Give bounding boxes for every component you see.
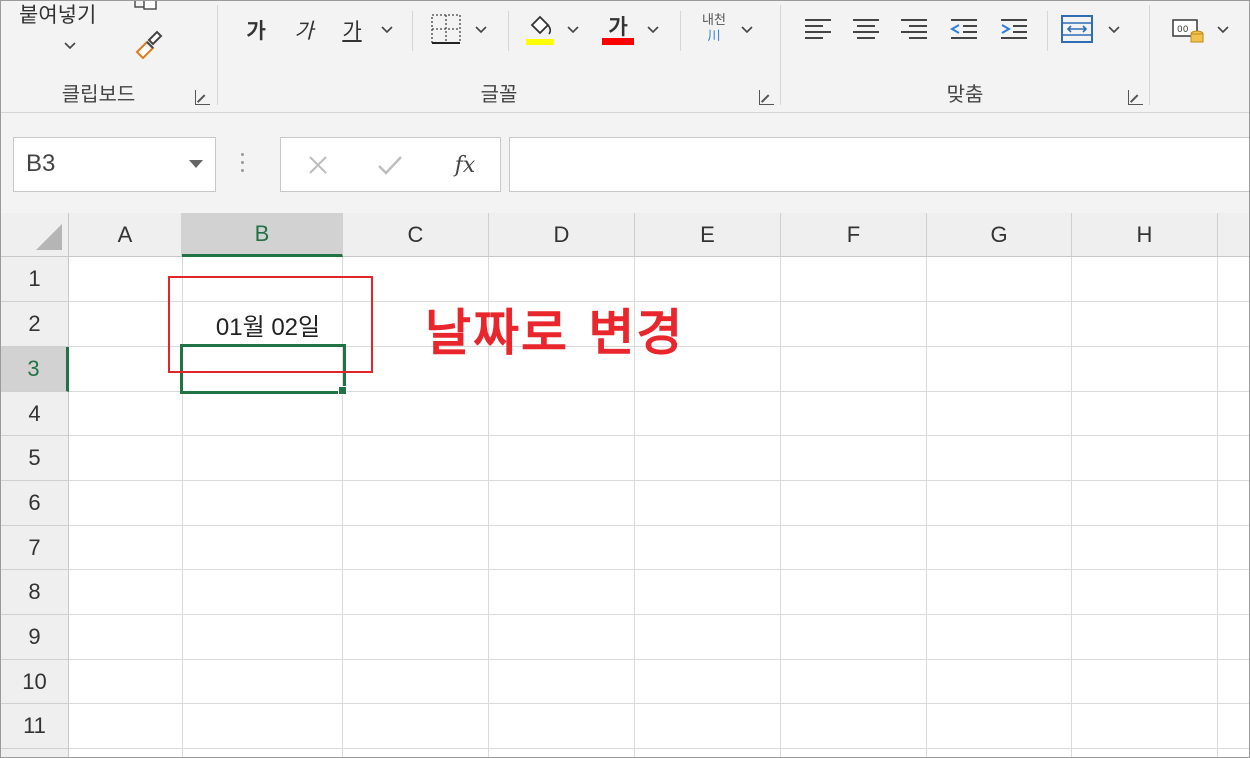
column-header-f[interactable]: F [781, 213, 927, 257]
underline-button[interactable]: 가 [336, 13, 368, 47]
increase-indent-icon[interactable] [997, 13, 1031, 45]
paste-button-label[interactable]: 붙여넣기 [19, 1, 96, 29]
alignment-dialog-launcher-icon[interactable] [1128, 90, 1143, 105]
font-color-dropdown-icon[interactable] [646, 23, 660, 37]
row-header-partial[interactable] [1, 749, 69, 757]
paste-dropdown-icon[interactable] [63, 39, 77, 53]
row-header-10[interactable]: 10 [1, 660, 69, 704]
column-header-b[interactable]: B [182, 213, 343, 257]
annotation-text: 날짜로 변경 [425, 304, 685, 362]
row-header-6[interactable]: 6 [1, 481, 69, 526]
column-header-a[interactable]: A [69, 213, 182, 257]
row-header-8[interactable]: 8 [1, 570, 69, 615]
decrease-indent-icon[interactable] [947, 13, 981, 45]
font-color-button[interactable]: 가 [600, 7, 636, 47]
border-icon[interactable] [428, 11, 464, 47]
fill-color-icon[interactable] [522, 9, 558, 47]
font-dialog-launcher-icon[interactable] [759, 90, 774, 105]
row-header-2[interactable]: 2 [1, 302, 69, 347]
excel-window: 붙여넣기 클립보드 가 가 가 가 내천 川 글꼴 맞춤 00 B3 fx A … [0, 0, 1250, 758]
formula-bar-resize-handle[interactable] [241, 153, 245, 175]
phonetic-guide-button[interactable]: 내천 川 [692, 7, 736, 51]
column-header-g[interactable]: G [927, 213, 1072, 257]
row-header-1[interactable]: 1 [1, 257, 69, 302]
bold-button[interactable]: 가 [240, 13, 272, 47]
border-dropdown-icon[interactable] [474, 23, 488, 37]
highlight-box [168, 276, 373, 373]
number-format-dropdown-icon[interactable] [1216, 23, 1230, 37]
phonetic-dropdown-icon[interactable] [740, 23, 754, 37]
formula-input[interactable] [509, 137, 1249, 192]
row-header-4[interactable]: 4 [1, 392, 69, 436]
fill-handle[interactable] [338, 386, 347, 395]
font-group-label: 글꼴 [480, 82, 518, 106]
column-header-d[interactable]: D [489, 213, 635, 257]
font-group: 가 가 가 가 내천 川 글꼴 [218, 1, 780, 111]
clipboard-group-label: 클립보드 [61, 82, 136, 106]
row-header-5[interactable]: 5 [1, 436, 69, 481]
row-header-11[interactable]: 11 [1, 704, 69, 749]
clipboard-dialog-launcher-icon[interactable] [195, 90, 210, 105]
enter-check-icon[interactable] [375, 150, 405, 180]
column-header-c[interactable]: C [343, 213, 489, 257]
ribbon: 붙여넣기 클립보드 가 가 가 가 내천 川 글꼴 맞춤 00 [1, 1, 1249, 113]
formula-buttons: fx [280, 137, 501, 192]
column-header-h[interactable]: H [1072, 213, 1218, 257]
name-box-value: B3 [26, 150, 56, 177]
copy-icon[interactable] [129, 1, 165, 15]
align-left-icon[interactable] [801, 13, 835, 45]
worksheet-grid[interactable]: A B C D E F G H 1 2 3 4 5 6 7 8 9 10 11 [1, 213, 1249, 757]
merge-center-icon[interactable] [1059, 11, 1095, 47]
underline-dropdown-icon[interactable] [380, 23, 394, 37]
formula-bar-area: B3 fx [1, 113, 1249, 213]
row-header-7[interactable]: 7 [1, 526, 69, 570]
row-header-9[interactable]: 9 [1, 615, 69, 660]
align-right-icon[interactable] [897, 13, 931, 45]
fill-color-dropdown-icon[interactable] [566, 23, 580, 37]
format-painter-icon[interactable] [129, 27, 167, 61]
select-all-corner[interactable] [1, 213, 69, 257]
merge-dropdown-icon[interactable] [1107, 23, 1121, 37]
name-box[interactable]: B3 [13, 137, 216, 192]
row-header-3[interactable]: 3 [1, 347, 69, 392]
alignment-group: 맞춤 [781, 1, 1149, 111]
italic-button[interactable]: 가 [288, 13, 320, 47]
phonetic-sub-label: 川 [707, 29, 721, 44]
column-header-e[interactable]: E [635, 213, 781, 257]
font-color-swatch [602, 38, 634, 45]
insert-function-button[interactable]: fx [445, 148, 485, 182]
number-group: 00 [1150, 1, 1249, 111]
name-box-dropdown-icon[interactable] [189, 160, 203, 168]
clipboard-group: 붙여넣기 클립보드 [1, 1, 216, 111]
font-color-label: 가 [608, 15, 628, 39]
align-center-icon[interactable] [849, 13, 883, 45]
number-format-icon[interactable]: 00 [1170, 13, 1206, 47]
svg-text:00: 00 [1177, 25, 1189, 35]
alignment-group-label: 맞춤 [946, 82, 984, 106]
phonetic-label: 내천 [702, 13, 726, 28]
column-header-partial[interactable] [1218, 213, 1249, 257]
cancel-icon[interactable] [303, 150, 333, 180]
